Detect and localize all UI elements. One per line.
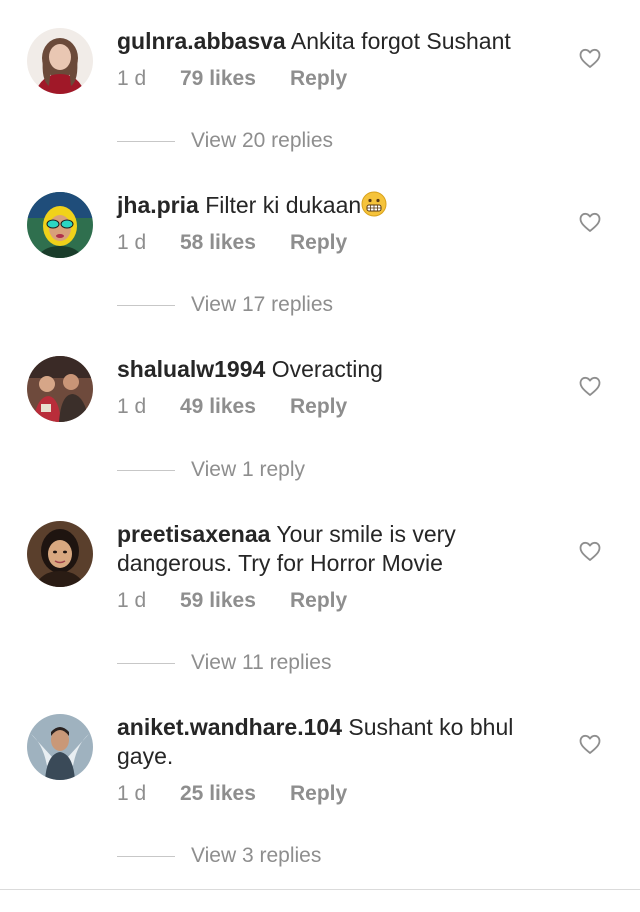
comment-username[interactable]: jha.pria: [117, 192, 199, 218]
grimacing-face-emoji: [361, 191, 387, 217]
avatar[interactable]: [27, 521, 93, 587]
bottom-divider: [0, 889, 640, 890]
comment-username[interactable]: gulnra.abbasva: [117, 28, 286, 54]
view-replies-label: View 20 replies: [191, 129, 334, 152]
comment-likes[interactable]: 49 likes: [180, 393, 256, 421]
comment-likes[interactable]: 25 likes: [180, 780, 256, 808]
view-replies-label: View 11 replies: [191, 651, 332, 674]
comment-likes[interactable]: 59 likes: [180, 587, 256, 615]
reply-button[interactable]: Reply: [290, 780, 347, 808]
reply-button[interactable]: Reply: [290, 229, 347, 257]
comment-text: aniket.wandhare.104 Sushant ko bhul gaye…: [117, 713, 517, 771]
avatar[interactable]: [27, 192, 93, 258]
comment-text: jha.pria Filter ki dukaan: [117, 191, 517, 220]
replies-divider: [117, 856, 175, 857]
comment-body: Filter ki dukaan: [205, 192, 362, 218]
view-replies-label: View 17 replies: [191, 293, 334, 316]
avatar[interactable]: [27, 714, 93, 780]
heart-outline-icon[interactable]: [578, 732, 602, 756]
comment-username[interactable]: aniket.wandhare.104: [117, 714, 342, 740]
comment-time: 1 d: [117, 782, 147, 805]
comment-text: shalualw1994 Overacting: [117, 355, 517, 384]
comment-likes[interactable]: 58 likes: [180, 229, 256, 257]
replies-divider: [117, 663, 175, 664]
reply-button[interactable]: Reply: [290, 393, 347, 421]
comment-time: 1 d: [117, 67, 147, 90]
replies-divider: [117, 470, 175, 471]
comment-body: Overacting: [271, 356, 383, 382]
avatar[interactable]: [27, 356, 93, 422]
heart-outline-icon[interactable]: [578, 46, 602, 70]
comment-time: 1 d: [117, 231, 147, 254]
heart-outline-icon[interactable]: [578, 539, 602, 563]
heart-outline-icon[interactable]: [578, 374, 602, 398]
avatar[interactable]: [27, 28, 93, 94]
heart-outline-icon[interactable]: [578, 210, 602, 234]
view-replies-label: View 3 replies: [191, 844, 322, 867]
view-replies-label: View 1 reply: [191, 458, 306, 481]
comment-username[interactable]: preetisaxenaa: [117, 521, 270, 547]
comment-text: preetisaxenaa Your smile is very dangero…: [117, 520, 517, 578]
comment-text: gulnra.abbasva Ankita forgot Sushant: [117, 27, 517, 56]
reply-button[interactable]: Reply: [290, 587, 347, 615]
replies-divider: [117, 305, 175, 306]
comment-username[interactable]: shalualw1994: [117, 356, 265, 382]
comment-likes[interactable]: 79 likes: [180, 65, 256, 93]
replies-divider: [117, 141, 175, 142]
reply-button[interactable]: Reply: [290, 65, 347, 93]
comment-time: 1 d: [117, 589, 147, 612]
comment-time: 1 d: [117, 395, 147, 418]
comment-body: Ankita forgot Sushant: [290, 28, 511, 54]
